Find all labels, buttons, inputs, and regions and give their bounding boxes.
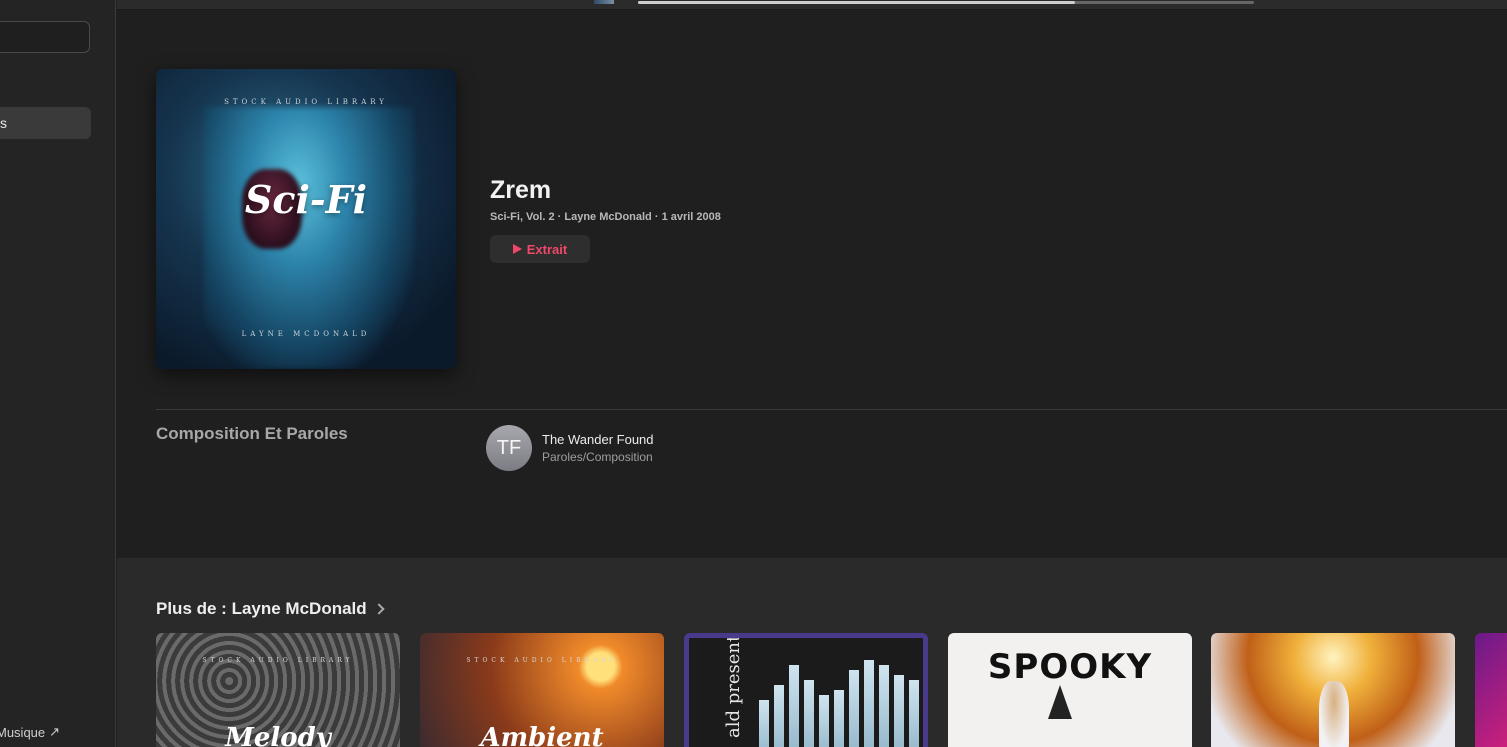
now-playing-artwork[interactable] [594, 0, 614, 4]
album-link[interactable]: Sci-Fi, Vol. 2 [490, 211, 555, 223]
open-music-label: Musique [0, 724, 46, 740]
artwork-bottom-text: LAYNE MCDONALD [241, 330, 371, 338]
search-input[interactable] [0, 21, 90, 53]
sidebar-item-selected[interactable]: s [0, 107, 91, 139]
main-content: STOCK AUDIO LIBRARY Sci-Fi LAYNE MCDONAL… [117, 10, 1507, 747]
figure-illustration [1319, 681, 1349, 747]
artist-link[interactable]: Layne McDonald [555, 211, 651, 223]
release-date: 1 avril 2008 [652, 211, 721, 223]
progress-fill [638, 1, 1076, 4]
album-tile-5[interactable] [1211, 633, 1455, 747]
more-by-artist-section: Plus de : Layne McDonald STOCK AUDIO LIB… [117, 558, 1507, 747]
more-heading-label: Plus de : Layne McDonald [156, 599, 367, 618]
album-tile-melody[interactable]: STOCK AUDIO LIBRARY Melody [156, 633, 400, 747]
album-tile-spooky[interactable]: SPOOKY [948, 633, 1192, 747]
external-link-icon: ↗ [49, 724, 61, 739]
open-music-link[interactable]: Musique ↗ [0, 724, 116, 740]
progress-bar[interactable] [638, 1, 1254, 4]
credit-role: Paroles/Composition [542, 450, 653, 464]
preview-button[interactable]: Extrait [490, 235, 590, 263]
more-by-artist-heading[interactable]: Plus de : Layne McDonald [156, 599, 385, 619]
sidebar-item-label: s [0, 115, 7, 131]
song-meta: Sci-Fi, Vol. 2 Layne McDonald 1 avril 20… [490, 211, 721, 223]
credit-name: The Wander Found [542, 432, 654, 447]
player-bar [117, 0, 1507, 10]
avatar: TF [486, 425, 532, 471]
artwork-title: Sci-Fi [244, 177, 368, 222]
album-tile-6[interactable] [1475, 633, 1507, 747]
album-tile-ambient[interactable]: STOCK AUDIO LIBRARY Ambient [420, 633, 664, 747]
witch-hat-icon [1048, 685, 1072, 719]
artwork-top-text: STOCK AUDIO LIBRARY [224, 98, 388, 106]
album-artwork: STOCK AUDIO LIBRARY Sci-Fi LAYNE MCDONAL… [156, 69, 456, 369]
album-title: SPOOKY [987, 647, 1153, 687]
album-tile-collective[interactable]: ald presents [684, 633, 928, 747]
chevron-right-icon [372, 603, 385, 615]
song-title: Zrem [490, 176, 552, 204]
album-title: Melody [225, 723, 331, 747]
album-bars-illustration [759, 650, 923, 747]
credit-item[interactable]: TF The Wander Found Paroles/Composition [486, 425, 654, 471]
album-small-text: STOCK AUDIO LIBRARY [202, 657, 354, 664]
divider [156, 409, 1507, 410]
play-icon [512, 244, 522, 254]
album-title: Ambient [480, 723, 604, 747]
album-small-text: STOCK AUDIO LIBRARY [466, 657, 618, 664]
credits-heading: Composition Et Paroles [156, 424, 348, 443]
song-info: Zrem Sci-Fi, Vol. 2 Layne McDonald 1 avr… [490, 176, 721, 263]
album-vertical-text: ald presents [723, 633, 744, 738]
sidebar: s Musique ↗ [0, 0, 116, 747]
preview-label: Extrait [526, 241, 568, 257]
